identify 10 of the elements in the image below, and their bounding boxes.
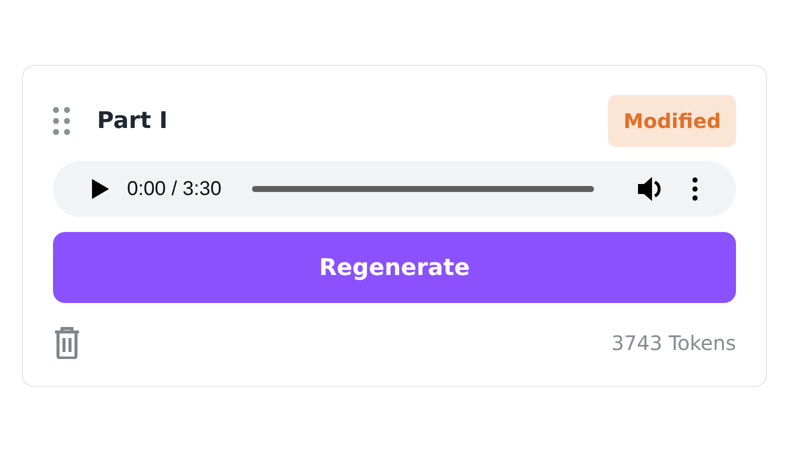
more-icon[interactable] [692,177,698,201]
drag-handle-icon[interactable] [53,107,71,135]
time-display: 0:00 / 3:30 [127,178,222,200]
regenerate-button[interactable]: Regenerate [53,232,736,303]
part-title: Part I [97,108,168,134]
status-badge: Modified [608,95,736,147]
play-icon[interactable] [91,179,109,199]
trash-icon[interactable] [53,327,81,359]
token-count: 3743 Tokens [611,331,736,355]
progress-track[interactable] [252,186,594,192]
